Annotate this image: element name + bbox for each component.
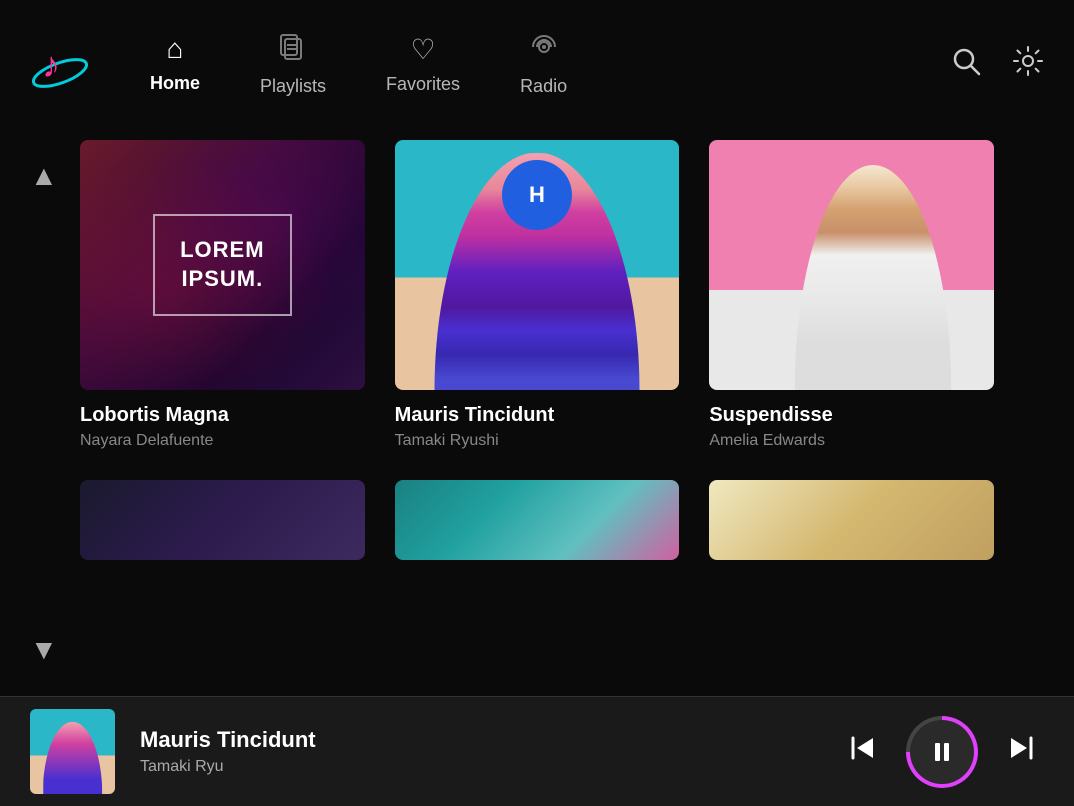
settings-button[interactable] [1012, 45, 1044, 85]
favorites-icon: ♡ [410, 33, 435, 66]
card-3-title: Suspendisse [709, 404, 994, 427]
card-1-title: Lobortis Magna [80, 404, 365, 427]
card-1-background: LOREM IPSUM. [80, 140, 365, 390]
lorem-line2: IPSUM. [180, 265, 264, 294]
card-2-background: H [395, 140, 680, 390]
card-3-figure [795, 165, 952, 390]
playlists-icon [279, 33, 307, 68]
lorem-box: LOREM IPSUM. [153, 214, 291, 315]
card-2-subtitle: Tamaki Ryushi [395, 432, 680, 450]
nav-radio[interactable]: Radio [520, 33, 567, 97]
card-3-subtitle: Amelia Edwards [709, 432, 994, 450]
nav-playlists[interactable]: Playlists [260, 33, 326, 97]
cards-row-1: LOREM IPSUM. Lobortis Magna Nayara Delaf… [80, 140, 994, 450]
headphones-circle: H [502, 160, 572, 230]
partial-card-2[interactable] [395, 480, 680, 560]
playlists-label: Playlists [260, 76, 326, 97]
favorites-label: Favorites [386, 74, 460, 95]
next-button[interactable] [998, 725, 1044, 778]
radio-label: Radio [520, 76, 567, 97]
main-content: ▲ LOREM IPSUM. Lobortis Magna Nayara Del… [0, 130, 1074, 696]
home-label: Home [150, 73, 200, 94]
nav-right [950, 45, 1044, 85]
card-3-image [709, 140, 994, 390]
scroll-up-button[interactable]: ▲ [20, 150, 68, 202]
card-1[interactable]: LOREM IPSUM. Lobortis Magna Nayara Delaf… [80, 140, 365, 450]
app-logo[interactable]: ♪ [30, 35, 90, 95]
navbar: ♪ ⌂ Home Playlists ♡ Favorites [0, 0, 1074, 130]
nav-items: ⌂ Home Playlists ♡ Favorites [150, 33, 950, 97]
player-subtitle: Tamaki Ryu [140, 758, 840, 776]
card-3[interactable]: Suspendisse Amelia Edwards [709, 140, 994, 450]
card-3-background [709, 140, 994, 390]
svg-text:♪: ♪ [42, 44, 60, 85]
player-controls [840, 716, 1044, 788]
player-thumb-figure [43, 722, 103, 794]
player-info: Mauris Tincidunt Tamaki Ryu [140, 727, 840, 776]
player-thumbnail [30, 709, 115, 794]
nav-favorites[interactable]: ♡ Favorites [386, 33, 460, 97]
partial-row [80, 480, 994, 560]
player-bar: Mauris Tincidunt Tamaki Ryu [0, 696, 1074, 806]
card-2-image: H [395, 140, 680, 390]
search-button[interactable] [950, 45, 982, 85]
nav-home[interactable]: ⌂ Home [150, 33, 200, 97]
pause-button[interactable] [906, 716, 978, 788]
cards-section: LOREM IPSUM. Lobortis Magna Nayara Delaf… [20, 130, 1054, 570]
card-2-title: Mauris Tincidunt [395, 404, 680, 427]
lorem-line1: LOREM [180, 236, 264, 265]
card-2[interactable]: H Mauris Tincidunt Tamaki Ryushi [395, 140, 680, 450]
home-icon: ⌂ [167, 33, 184, 65]
partial-card-1[interactable] [80, 480, 365, 560]
prev-button[interactable] [840, 725, 886, 778]
radio-icon [530, 33, 558, 68]
card-1-subtitle: Nayara Delafuente [80, 432, 365, 450]
player-title: Mauris Tincidunt [140, 727, 840, 753]
card-1-image: LOREM IPSUM. [80, 140, 365, 390]
scroll-down-button[interactable]: ▼ [20, 624, 68, 676]
partial-card-3[interactable] [709, 480, 994, 560]
